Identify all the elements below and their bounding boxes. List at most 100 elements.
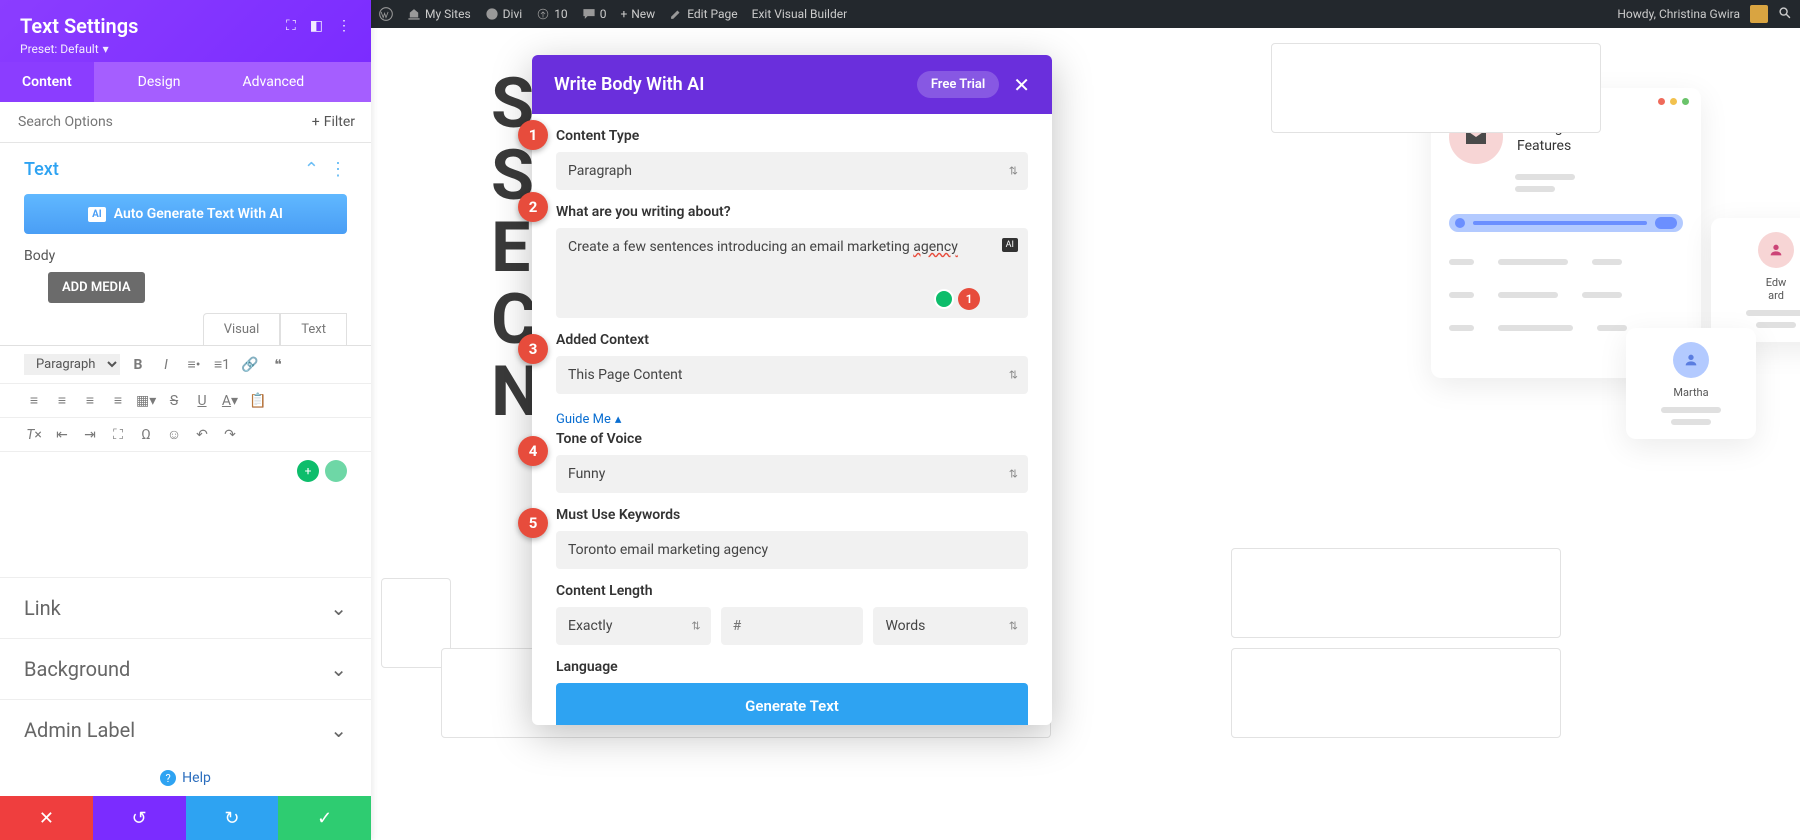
fullscreen-icon[interactable]: ⛶ bbox=[108, 427, 128, 443]
accordion-background[interactable]: Background⌄ bbox=[0, 638, 371, 699]
underline-icon[interactable]: U bbox=[192, 393, 212, 409]
close-icon[interactable]: ✕ bbox=[1013, 73, 1030, 97]
link-icon[interactable]: 🔗 bbox=[240, 357, 260, 373]
ai-chip-icon[interactable]: AI bbox=[1002, 238, 1018, 252]
ai-write-modal: Write Body With AI Free Trial ✕ Content … bbox=[532, 55, 1052, 725]
tone-select[interactable]: Funny bbox=[556, 455, 1028, 493]
section-more-icon[interactable]: ⋮ bbox=[329, 159, 347, 180]
textcolor-icon[interactable]: A▾ bbox=[220, 393, 240, 409]
step-badge-1: 1 bbox=[518, 120, 548, 150]
italic-icon[interactable]: I bbox=[156, 357, 176, 373]
grammarly-icon[interactable] bbox=[325, 460, 347, 482]
generate-text-button[interactable]: Generate Text bbox=[556, 683, 1028, 725]
sidebar-header: Text Settings ⛶ ◧ ⋮ Preset: Default▾ bbox=[0, 0, 371, 62]
grammarly-indicator[interactable]: 1 bbox=[934, 288, 980, 310]
undo-icon[interactable]: ↶ bbox=[192, 427, 212, 443]
discard-button[interactable]: ✕ bbox=[0, 796, 93, 840]
grammarly-count: 1 bbox=[958, 288, 980, 310]
align-right-icon[interactable]: ≡ bbox=[80, 392, 100, 409]
paste-icon[interactable]: 📋 bbox=[248, 393, 268, 409]
chevron-down-icon: ⌄ bbox=[330, 657, 347, 681]
new-link[interactable]: +New bbox=[620, 7, 655, 21]
tone-label: Tone of Voice bbox=[556, 431, 1028, 447]
content-type-label: Content Type bbox=[556, 128, 1028, 144]
guide-me-link[interactable]: Guide Me▴ bbox=[556, 412, 621, 427]
user-avatar[interactable] bbox=[1750, 5, 1768, 23]
settings-sidebar: Text Settings ⛶ ◧ ⋮ Preset: Default▾ Con… bbox=[0, 0, 371, 840]
free-trial-badge[interactable]: Free Trial bbox=[917, 71, 999, 98]
text-section-header[interactable]: Text ⌃⋮ bbox=[0, 143, 371, 188]
edit-page-link[interactable]: Edit Page bbox=[669, 7, 737, 21]
content-type-select[interactable]: Paragraph bbox=[556, 152, 1028, 190]
preset-selector[interactable]: Preset: Default▾ bbox=[20, 42, 351, 56]
save-button[interactable]: ✓ bbox=[278, 796, 371, 840]
tab-design[interactable]: Design bbox=[116, 62, 203, 102]
language-label: Language bbox=[556, 659, 1028, 675]
dock-icon[interactable]: ◧ bbox=[310, 18, 323, 34]
accordion-link[interactable]: Link⌄ bbox=[0, 577, 371, 638]
length-mode-select[interactable]: Exactly bbox=[556, 607, 711, 645]
step-badge-2: 2 bbox=[518, 192, 548, 222]
redo-icon[interactable]: ↷ bbox=[220, 427, 240, 443]
context-label: Added Context bbox=[556, 332, 1028, 348]
tab-advanced[interactable]: Advanced bbox=[221, 62, 327, 102]
exit-builder-link[interactable]: Exit Visual Builder bbox=[752, 7, 848, 21]
wp-logo-icon[interactable] bbox=[379, 7, 393, 21]
emoji-icon[interactable]: ☺ bbox=[164, 426, 184, 443]
theme-link[interactable]: Divi bbox=[485, 7, 523, 21]
clear-icon[interactable]: T× bbox=[24, 427, 44, 443]
chevron-down-icon: ⌄ bbox=[330, 718, 347, 742]
redo-button[interactable]: ↻ bbox=[186, 796, 279, 840]
length-unit-select[interactable]: Words bbox=[873, 607, 1028, 645]
my-sites-link[interactable]: My Sites bbox=[407, 7, 471, 21]
filter-button[interactable]: +Filter bbox=[296, 114, 371, 130]
omega-icon[interactable]: Ω bbox=[136, 427, 156, 443]
ai-badge-icon: AI bbox=[88, 207, 106, 222]
ul-icon[interactable]: ≡• bbox=[184, 356, 204, 373]
person-card-martha: Martha bbox=[1626, 328, 1756, 439]
strike-icon[interactable]: S bbox=[164, 393, 184, 409]
context-select[interactable]: This Page Content bbox=[556, 356, 1028, 394]
editor-toolbar-3: T× ⇤ ⇥ ⛶ Ω ☺ ↶ ↷ bbox=[0, 418, 371, 452]
ol-icon[interactable]: ≡1 bbox=[212, 356, 232, 373]
bold-icon[interactable]: B bbox=[128, 357, 148, 373]
modal-title: Write Body With AI bbox=[554, 74, 704, 95]
align-justify-icon[interactable]: ≡ bbox=[108, 392, 128, 409]
tab-content[interactable]: Content bbox=[0, 62, 94, 102]
comments-link[interactable]: 0 bbox=[582, 7, 607, 21]
length-label: Content Length bbox=[556, 583, 1028, 599]
search-icon[interactable] bbox=[1778, 6, 1792, 23]
align-center-icon[interactable]: ≡ bbox=[52, 392, 72, 409]
quote-icon[interactable]: ❝ bbox=[268, 357, 288, 373]
table-icon[interactable]: ▦▾ bbox=[136, 393, 156, 409]
indent-icon[interactable]: ⇤ bbox=[52, 427, 72, 443]
search-options-input[interactable] bbox=[0, 102, 296, 142]
help-icon: ? bbox=[160, 770, 176, 786]
more-icon[interactable]: ⋮ bbox=[337, 18, 351, 34]
footer-actions: ✕ ↺ ↻ ✓ bbox=[0, 796, 371, 840]
sidebar-title: Text Settings bbox=[20, 14, 138, 38]
expand-icon[interactable]: ⛶ bbox=[286, 18, 296, 34]
updates-link[interactable]: 10 bbox=[536, 7, 568, 21]
add-media-button[interactable]: ADD MEDIA bbox=[48, 272, 145, 303]
length-number-input[interactable] bbox=[721, 607, 864, 645]
accordion-admin-label[interactable]: Admin Label⌄ bbox=[0, 699, 371, 760]
format-select[interactable]: Paragraph bbox=[24, 354, 120, 375]
auto-generate-button[interactable]: AI Auto Generate Text With AI bbox=[24, 194, 347, 234]
outdent-icon[interactable]: ⇥ bbox=[80, 427, 100, 443]
keywords-label: Must Use Keywords bbox=[556, 507, 1028, 523]
align-left-icon[interactable]: ≡ bbox=[24, 392, 44, 409]
editor-tab-visual[interactable]: Visual bbox=[203, 313, 281, 345]
chevron-down-icon: ⌄ bbox=[330, 596, 347, 620]
step-badge-3: 3 bbox=[518, 334, 548, 364]
grammarly-circle-icon bbox=[934, 289, 954, 309]
collapse-icon[interactable]: ⌃ bbox=[304, 159, 319, 180]
grammarly-add-icon[interactable]: + bbox=[297, 460, 319, 482]
editor-tab-text[interactable]: Text bbox=[280, 313, 347, 345]
help-link[interactable]: ?Help bbox=[0, 760, 371, 796]
step-badge-4: 4 bbox=[518, 436, 548, 466]
howdy-text[interactable]: Howdy, Christina Gwira bbox=[1617, 7, 1740, 21]
editor-toolbar: Paragraph B I ≡• ≡1 🔗 ❝ bbox=[0, 346, 371, 384]
undo-button[interactable]: ↺ bbox=[93, 796, 186, 840]
keywords-input[interactable] bbox=[556, 531, 1028, 569]
